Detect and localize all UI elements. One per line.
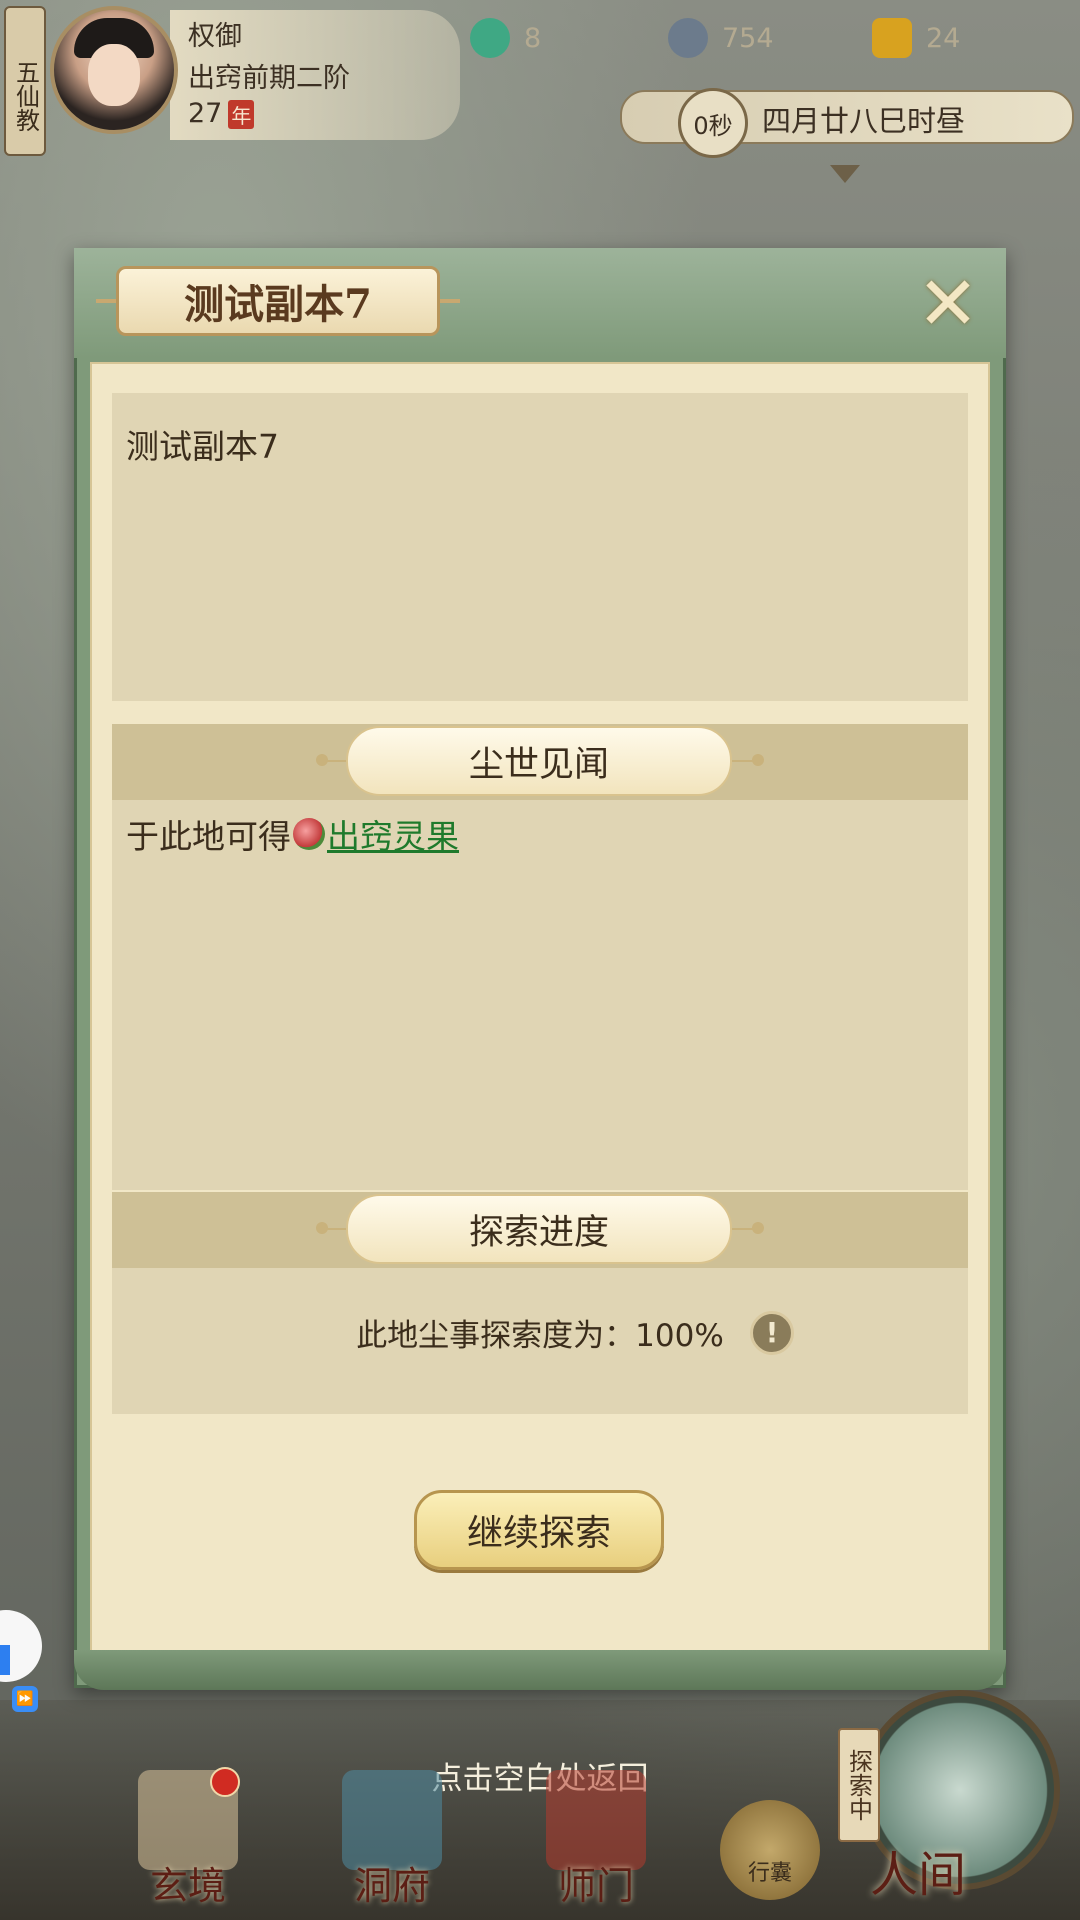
close-button[interactable]: ✕ (912, 261, 984, 347)
resource-coin-value: 754 (722, 22, 774, 54)
drops-row: 于此地可得 出窍灵果 (126, 810, 459, 858)
floating-assistant-accent (0, 1645, 10, 1675)
description-text: 测试副本7 (126, 427, 279, 466)
world-label: 人间 (870, 1847, 967, 1903)
drop-item-link[interactable]: 出窍灵果 (327, 810, 459, 858)
coin-icon (668, 18, 708, 58)
top-bar: 五仙教 权御 出窍前期二阶 27 年 8 754 24 0秒 四月廿八巳时昼 (0, 0, 1080, 190)
avatar-face (88, 44, 140, 106)
player-name: 权御 (188, 21, 242, 52)
player-age: 27 年 (188, 98, 255, 129)
bag-label: 行囊 (747, 1861, 792, 1886)
nav-dongfu-label: 洞府 (353, 1864, 430, 1908)
sect-tag: 五仙教 (4, 6, 46, 156)
time-date-text: 四月廿八巳时昼 (762, 104, 966, 138)
fast-forward-icon[interactable]: ⏩ (12, 1686, 38, 1712)
progress-section-title: 探索进度 (346, 1194, 732, 1264)
resource-gold[interactable]: 24 (872, 18, 960, 58)
progress-text: 此地尘事探索度为：100% (356, 1317, 724, 1354)
nav-shimen-label: 师门 (557, 1864, 634, 1908)
time-pointer-icon (830, 165, 860, 183)
jade-dragon-icon (470, 18, 510, 58)
drops-plate-dot-right (752, 754, 764, 766)
nav-shimen[interactable]: 师门 (526, 1770, 666, 1910)
nav-xuanjing-label: 玄境 (149, 1864, 226, 1908)
gold-ingot-icon (872, 18, 912, 58)
progress-plate-dot-left (316, 1222, 328, 1234)
age-unit-stamp: 年 (228, 100, 255, 129)
player-age-value: 27 (188, 98, 223, 129)
drops-prefix: 于此地可得 (126, 817, 291, 856)
time-timer: 0秒 (678, 88, 748, 158)
resource-jade[interactable]: 8 (470, 18, 541, 58)
progress-plate-dot-right (752, 1222, 764, 1234)
dialog-scroll-bottom (74, 1650, 1006, 1690)
resource-jade-value: 8 (524, 22, 542, 54)
player-realm: 出窍前期二阶 (188, 63, 350, 94)
drops-plate-dot-left (316, 754, 328, 766)
continue-explore-button[interactable]: 继续探索 (414, 1490, 664, 1570)
player-avatar[interactable] (50, 6, 178, 134)
dialog-title: 测试副本7 (116, 266, 440, 336)
resource-gold-value: 24 (926, 22, 961, 54)
drops-section-body (112, 800, 968, 1190)
exploring-tag: 探索中 (838, 1728, 880, 1842)
spirit-fruit-icon (293, 818, 325, 850)
resource-coin[interactable]: 754 (668, 18, 774, 58)
info-icon[interactable]: ! (750, 1311, 794, 1355)
drops-section-title: 尘世见闻 (346, 726, 732, 796)
nav-dongfu[interactable]: 洞府 (322, 1770, 462, 1910)
close-icon: ✕ (916, 261, 979, 347)
notification-badge (210, 1767, 240, 1797)
